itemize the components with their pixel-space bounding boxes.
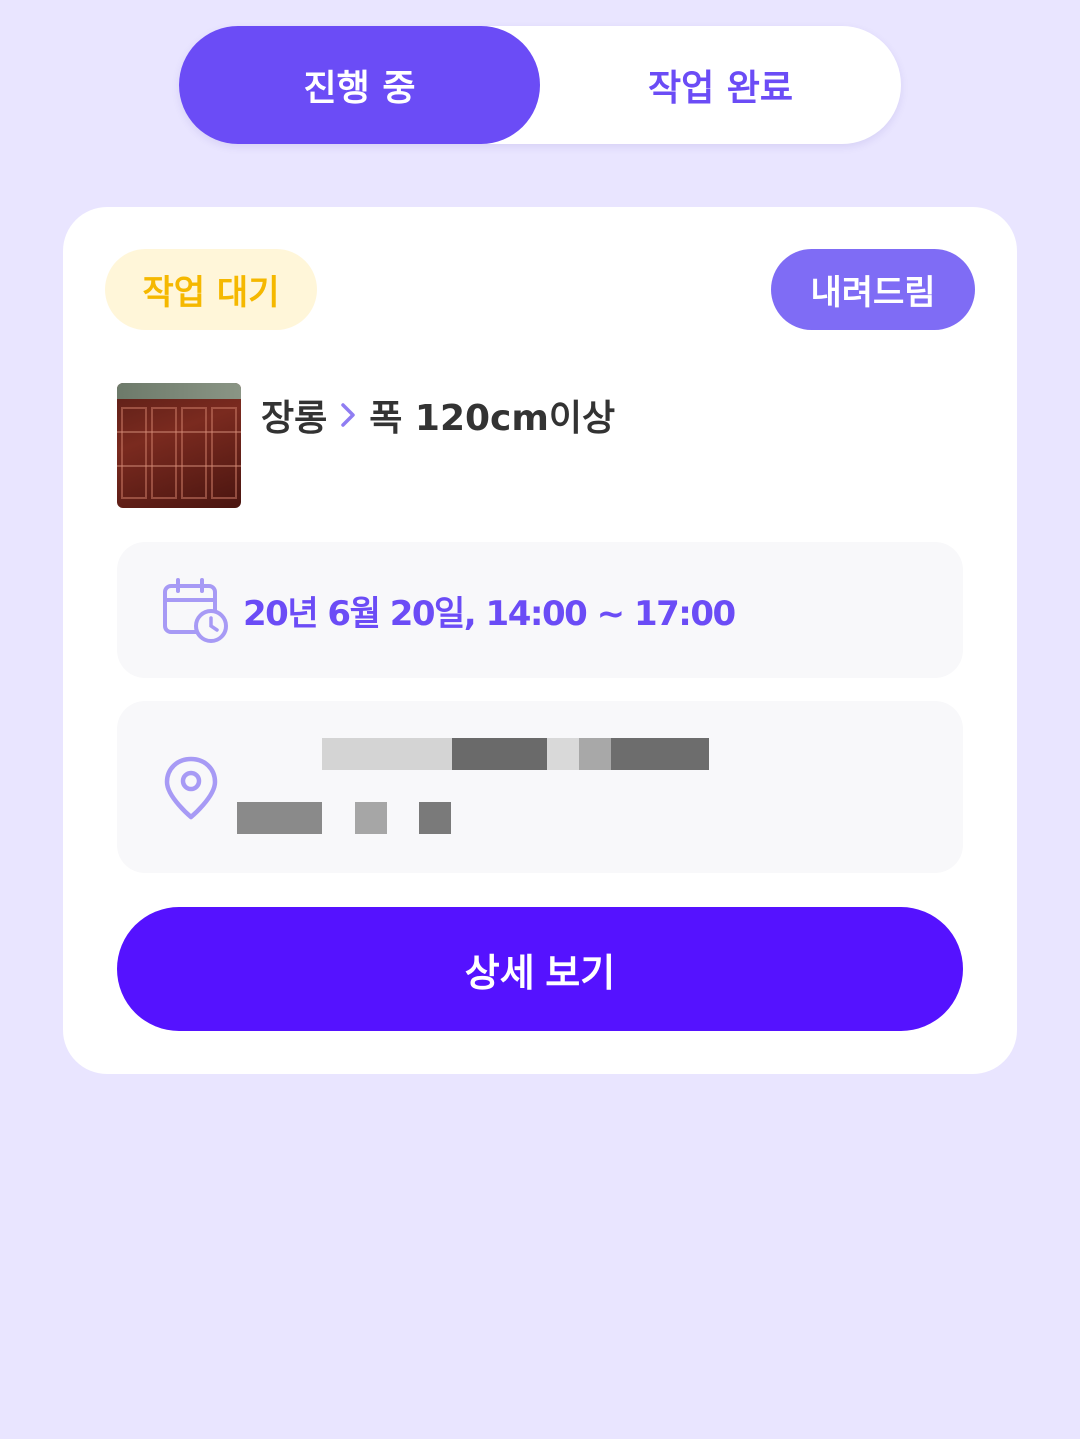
sub-category-name: 폭 120cm이상 xyxy=(369,398,616,439)
tab-in-progress[interactable]: 진행 중 xyxy=(179,26,540,144)
schedule-datetime: 20년 6월 20일, 14:00 ~ 17:00 xyxy=(243,593,736,634)
status-tab-bar: 진행 중 작업 완료 xyxy=(179,26,901,144)
job-card: 작업 대기 내려드림 장롱 폭 120cm이상 20년 6월 20일, 14:0… xyxy=(63,207,1017,1074)
service-type-badge: 내려드림 xyxy=(771,249,975,330)
schedule-box: 20년 6월 20일, 14:00 ~ 17:00 xyxy=(117,542,963,678)
tab-completed[interactable]: 작업 완료 xyxy=(540,26,901,144)
calendar-clock-icon xyxy=(163,578,228,643)
address-box xyxy=(117,701,963,873)
location-pin-icon xyxy=(164,756,218,820)
item-thumbnail xyxy=(117,383,241,508)
chevron-right-icon xyxy=(339,401,357,429)
view-detail-button[interactable]: 상세 보기 xyxy=(117,907,963,1031)
category-name: 장롱 xyxy=(261,398,328,439)
item-category: 장롱 폭 120cm이상 xyxy=(261,389,615,441)
status-badge: 작업 대기 xyxy=(105,249,317,330)
